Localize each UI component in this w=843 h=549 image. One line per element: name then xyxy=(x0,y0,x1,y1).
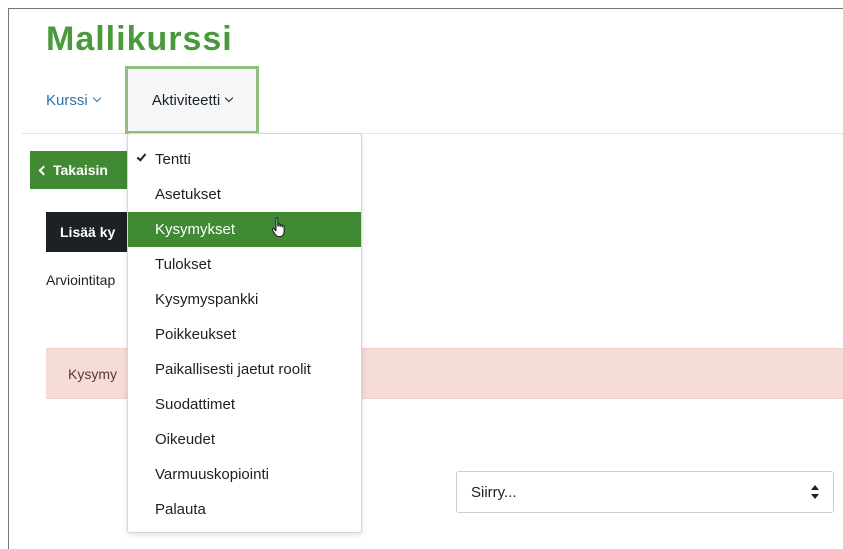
menu-item-label: Palauta xyxy=(155,501,206,518)
nav-item-kurssi-label: Kurssi xyxy=(46,91,88,109)
menu-item-suodattimet[interactable]: Suodattimet xyxy=(128,387,361,422)
chevron-left-icon xyxy=(38,165,49,175)
menu-item-tentti[interactable]: Tentti xyxy=(128,142,361,177)
add-question-button-label: Lisää ky xyxy=(60,224,116,240)
menu-item-label: Varmuuskopiointi xyxy=(155,466,269,483)
menu-item-kysymyspankki[interactable]: Kysymyspankki xyxy=(128,282,361,317)
menu-item-kysymykset[interactable]: Kysymykset xyxy=(128,212,361,247)
menu-item-label: Kysymykset xyxy=(155,221,236,238)
menu-item-label: Kysymyspankki xyxy=(155,291,259,308)
nav-item-aktiviteetti-label: Aktiviteetti xyxy=(151,91,221,109)
menu-item-oikeudet[interactable]: Oikeudet xyxy=(128,422,361,457)
menu-item-asetukset[interactable]: Asetukset xyxy=(128,177,361,212)
menu-item-label: Tentti xyxy=(155,151,191,168)
menu-item-tulokset[interactable]: Tulokset xyxy=(128,247,361,282)
back-button[interactable]: Takaisin xyxy=(30,151,140,189)
hand-pointer-cursor-icon xyxy=(271,217,285,238)
checkmark-icon xyxy=(136,151,147,162)
menu-item-label: Paikallisesti jaetut roolit xyxy=(155,361,311,378)
menu-item-label: Suodattimet xyxy=(155,396,236,413)
alert-text: Kysymy xyxy=(68,365,117,382)
nav-item-kurssi[interactable]: Kurssi xyxy=(46,66,101,134)
chevron-down-icon xyxy=(224,93,234,103)
nav-item-aktiviteetti[interactable]: Aktiviteetti xyxy=(125,66,259,134)
back-button-label: Takaisin xyxy=(53,162,108,178)
secondary-navigation: Kurssi Aktiviteetti xyxy=(22,66,843,134)
menu-item-varmuuskopiointi[interactable]: Varmuuskopiointi xyxy=(128,457,361,492)
activity-dropdown-menu: Tentti Asetukset Kysymykset Tulokset Kys… xyxy=(127,133,362,533)
select-arrows-icon xyxy=(811,485,819,499)
menu-item-label: Tulokset xyxy=(155,256,212,273)
jump-to-select[interactable]: Siirry... xyxy=(456,471,834,513)
grading-method-text: Arviointitap xyxy=(46,272,116,288)
menu-item-label: Asetukset xyxy=(155,186,221,203)
jump-to-select-value: Siirry... xyxy=(471,483,517,501)
menu-item-label: Oikeudet xyxy=(155,431,216,448)
menu-item-poikkeukset[interactable]: Poikkeukset xyxy=(128,317,361,352)
course-title: Mallikurssi xyxy=(46,20,233,58)
menu-item-paikallisesti-jaetut-roolit[interactable]: Paikallisesti jaetut roolit xyxy=(128,352,361,387)
menu-item-palauta[interactable]: Palauta xyxy=(128,492,361,527)
menu-item-label: Poikkeukset xyxy=(155,326,236,343)
chevron-down-icon xyxy=(92,93,101,103)
